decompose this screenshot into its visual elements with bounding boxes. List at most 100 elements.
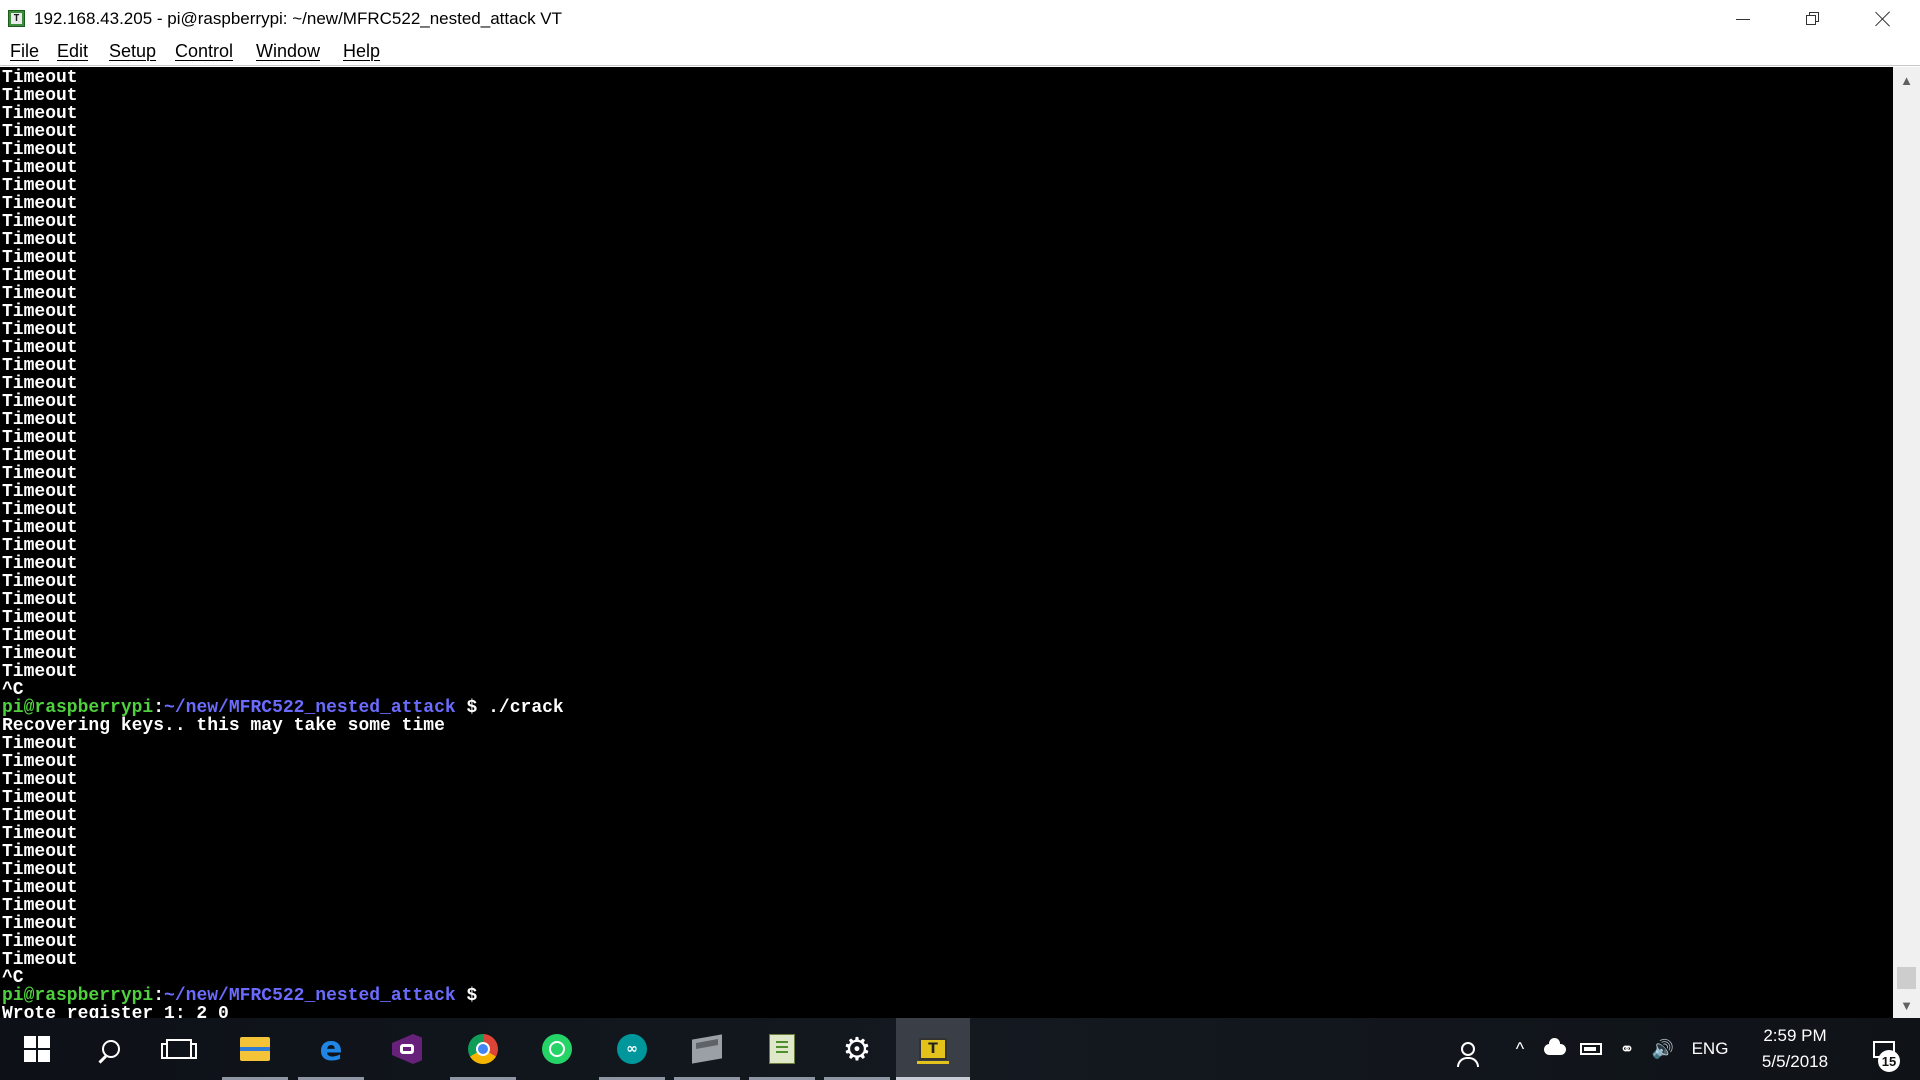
terminal-line: Timeout <box>2 914 78 934</box>
visual-studio-button[interactable] <box>370 1018 444 1080</box>
terminal-line: Timeout <box>2 590 78 610</box>
terminal-line: Timeout <box>2 140 78 160</box>
onedrive-button[interactable] <box>1540 1018 1570 1080</box>
terminal-line: Timeout <box>2 446 78 466</box>
prompt-user: pi@raspberrypi <box>2 986 154 1006</box>
arduino-icon: ∞ <box>617 1034 647 1064</box>
menu-control[interactable]: Control <box>175 41 233 62</box>
arduino-button[interactable]: ∞ <box>595 1018 669 1080</box>
search-icon <box>102 1040 120 1058</box>
language-indicator[interactable]: ENG <box>1685 1018 1735 1080</box>
taskbar: e ∞ ⚙ T ^ ⚭ 🔊 ENG 2:59 PM 5/5/2018 15 <box>0 1018 1920 1080</box>
scroll-down-arrow[interactable]: ▼ <box>1893 994 1920 1016</box>
terminal-line: Timeout <box>2 122 78 142</box>
notepad-button[interactable] <box>745 1018 819 1080</box>
whatsapp-icon <box>542 1034 572 1064</box>
terminal-line: Timeout <box>2 86 78 106</box>
notepad-icon <box>769 1034 795 1064</box>
terminal-line: Timeout <box>2 392 78 412</box>
close-button[interactable] <box>1848 0 1918 38</box>
edge-button[interactable]: e <box>294 1018 368 1080</box>
terminal-line: Timeout <box>2 302 78 322</box>
clock-time: 2:59 PM <box>1763 1026 1827 1045</box>
terminal-line: Timeout <box>2 662 78 682</box>
terminal-line: Timeout <box>2 860 78 880</box>
minimize-button[interactable] <box>1708 0 1778 38</box>
menu-file[interactable]: File <box>10 41 39 62</box>
volume-button[interactable]: 🔊 <box>1648 1018 1678 1080</box>
prompt-path: ~/new/MFRC522_nested_attack <box>164 698 456 718</box>
terminal-line: Wrote register 1: 2 0 <box>2 1004 229 1018</box>
prompt-separator: : <box>153 698 165 718</box>
gear-icon: ⚙ <box>842 1030 872 1068</box>
folder-icon <box>240 1037 270 1061</box>
volume-icon: 🔊 <box>1651 1038 1675 1059</box>
teraterm-app-icon[interactable]: T <box>8 10 25 27</box>
window-title: 192.168.43.205 - pi@raspberrypi: ~/new/M… <box>34 9 563 28</box>
terminal-prompt-line: pi@raspberrypi:~/new/MFRC522_nested_atta… <box>2 699 564 717</box>
terminal-line: Timeout <box>2 644 78 664</box>
clock[interactable]: 2:59 PM 5/5/2018 <box>1740 1018 1850 1080</box>
prompt-path: ~/new/MFRC522_nested_attack <box>164 986 456 1006</box>
notification-count-badge: 15 <box>1878 1050 1900 1072</box>
people-button[interactable] <box>1450 1018 1486 1080</box>
terminal-line: Timeout <box>2 338 78 358</box>
task-view-icon <box>161 1039 197 1059</box>
terminal-view[interactable]: Timeout Timeout Timeout Timeout Timeout Timeo… <box>0 67 1893 1018</box>
terminal-line: Timeout <box>2 230 78 250</box>
terminal-line: Timeout <box>2 176 78 196</box>
terminal-line: Timeout <box>2 482 78 502</box>
terminal-line: Timeout <box>2 752 78 772</box>
terminal-line: Timeout <box>2 896 78 916</box>
virtual-machine-button[interactable] <box>670 1018 744 1080</box>
menu-edit[interactable]: Edit <box>57 41 88 62</box>
teraterm-icon: T <box>917 1038 949 1064</box>
chrome-button[interactable] <box>446 1018 520 1080</box>
terminal-line: Timeout <box>2 950 78 970</box>
restore-icon <box>1806 12 1820 26</box>
file-explorer-button[interactable] <box>218 1018 292 1080</box>
terminal-output: Timeout Timeout Timeout Timeout Timeout Timeo… <box>2 69 564 1018</box>
terminal-line: Timeout <box>2 878 78 898</box>
terminal-line: Timeout <box>2 410 78 430</box>
terminal-prompt-line: pi@raspberrypi:~/new/MFRC522_nested_atta… <box>2 987 564 1005</box>
vertical-scrollbar[interactable]: ▲ ▼ <box>1893 67 1920 1018</box>
terminal-line: Timeout <box>2 248 78 268</box>
title-bar[interactable]: T 192.168.43.205 - pi@raspberrypi: ~/new… <box>0 0 1920 38</box>
terminal-line: Timeout <box>2 734 78 754</box>
whatsapp-button[interactable] <box>520 1018 594 1080</box>
menu-setup[interactable]: Setup <box>109 41 156 62</box>
teraterm-button[interactable]: T <box>896 1018 970 1080</box>
terminal-line: Timeout <box>2 608 78 628</box>
terminal-line: Timeout <box>2 626 78 646</box>
chevron-up-icon: ^ <box>1515 1038 1525 1059</box>
scrollbar-thumb[interactable] <box>1897 967 1916 989</box>
people-icon <box>1457 1042 1479 1067</box>
edge-icon: e <box>319 1029 343 1069</box>
terminal-line: Timeout <box>2 356 78 376</box>
prompt-symbol: $ <box>455 986 478 1006</box>
task-view-button[interactable] <box>142 1018 216 1080</box>
scroll-up-arrow[interactable]: ▲ <box>1893 69 1920 91</box>
close-icon <box>1875 11 1891 27</box>
search-button[interactable] <box>74 1018 148 1080</box>
terminal-line: ^C <box>2 680 24 700</box>
network-button[interactable]: ⚭ <box>1612 1018 1642 1080</box>
battery-button[interactable] <box>1576 1018 1606 1080</box>
settings-button[interactable]: ⚙ <box>820 1018 894 1080</box>
terminal-line: Timeout <box>2 158 78 178</box>
terminal-line: Timeout <box>2 104 78 124</box>
show-hidden-icons-button[interactable]: ^ <box>1505 1018 1535 1080</box>
action-center-button[interactable]: 15 <box>1856 1018 1912 1080</box>
start-button[interactable] <box>0 1018 74 1080</box>
terminal-line: Timeout <box>2 932 78 952</box>
restore-button[interactable] <box>1778 0 1848 38</box>
prompt-separator: : <box>153 986 165 1006</box>
minimize-icon <box>1736 18 1750 20</box>
menu-window[interactable]: Window <box>256 41 320 62</box>
terminal-line: Timeout <box>2 788 78 808</box>
terminal-line: Timeout <box>2 374 78 394</box>
prompt-command: ./crack <box>488 698 564 718</box>
terminal-line: Timeout <box>2 770 78 790</box>
menu-help[interactable]: Help <box>343 41 380 62</box>
